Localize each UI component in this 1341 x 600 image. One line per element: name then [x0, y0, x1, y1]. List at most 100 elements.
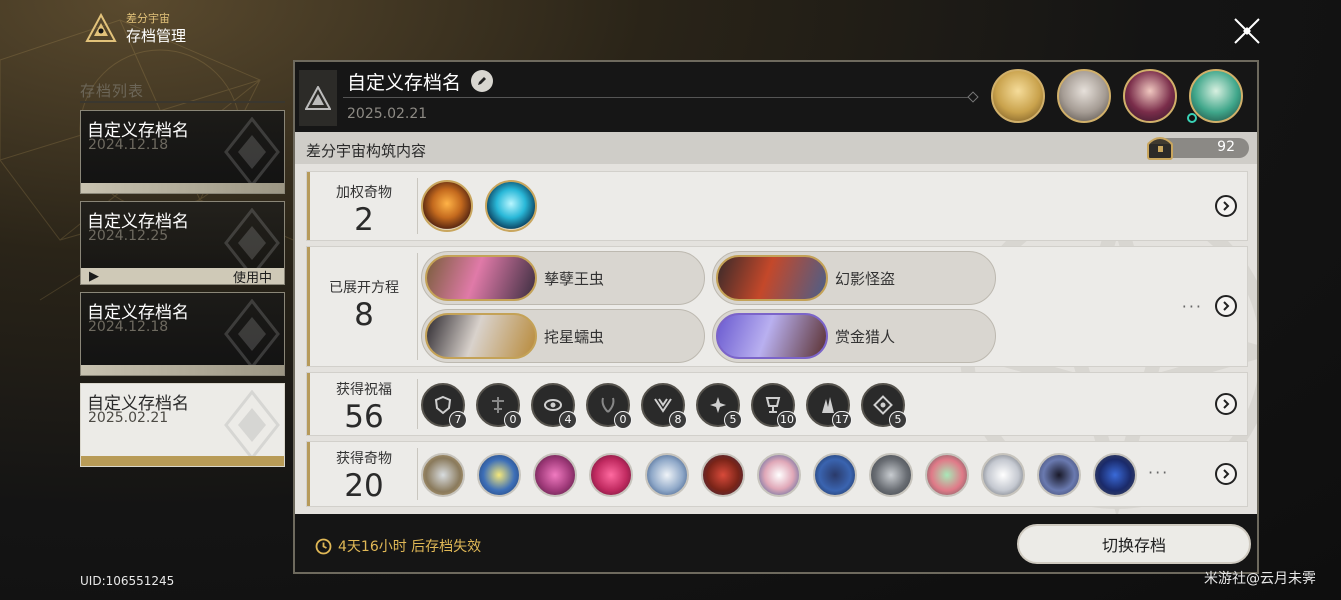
more-indicator: ··· [1181, 297, 1203, 316]
character-avatar[interactable] [1057, 69, 1111, 123]
expiry-text: 4天16小时 后存档失效 [338, 539, 482, 555]
curio-item-icon[interactable] [701, 453, 745, 497]
save-detail-panel: 自定义存档名 2025.02.21 差分宇宙构筑内容 92 加权奇物 2 已展开… [293, 60, 1259, 574]
character-avatar[interactable] [991, 69, 1045, 123]
content-header: 差分宇宙构筑内容 92 [295, 132, 1257, 164]
blessing-path-icon[interactable]: 0 [586, 383, 632, 429]
pencil-icon [478, 77, 486, 85]
in-use-bar: ▶ 使用中 [81, 268, 284, 285]
blessing-count: 5 [724, 411, 742, 429]
blessing-path-icon[interactable]: 7 [421, 383, 467, 429]
curios-detail-button[interactable] [1215, 463, 1237, 485]
equation-card[interactable]: 挓星蠕虫 [421, 309, 705, 363]
blessing-count: 0 [504, 411, 522, 429]
curio-item-icon[interactable] [757, 453, 801, 497]
count-value: 92 [1217, 139, 1235, 155]
play-icon: ▶ [89, 268, 99, 284]
equation-name: 赏金猎人 [835, 328, 896, 346]
save-title: 自定义存档名 [347, 72, 462, 94]
blessing-path-icon[interactable]: 10 [751, 383, 797, 429]
divider [417, 379, 418, 429]
curio-item-icon[interactable] [981, 453, 1025, 497]
blessing-count: 5 [889, 411, 907, 429]
save-card[interactable]: 自定义存档名 2024.12.18 [80, 110, 285, 194]
curio-item-icon[interactable] [813, 453, 857, 497]
blessing-path-icon[interactable]: 5 [861, 383, 907, 429]
app-subtitle: 差分宇宙 [126, 12, 170, 25]
curio-item-icon[interactable] [1093, 453, 1137, 497]
app-header: 差分宇宙 存档管理 [84, 12, 186, 46]
build-content: 差分宇宙构筑内容 92 加权奇物 2 已展开方程 8 孳孽王虫 幻影怪盗 挓星蠕… [295, 132, 1257, 514]
weighted-curios-detail-button[interactable] [1215, 195, 1237, 217]
curio-item-icon[interactable] [589, 453, 633, 497]
save-date: 2024.12.25 [88, 228, 169, 244]
row-label: 已展开方程 8 [310, 247, 418, 333]
row-title: 加权奇物 [336, 185, 392, 201]
equation-name: 挓星蠕虫 [544, 328, 605, 346]
equation-art [716, 313, 828, 359]
curio-item-icon[interactable] [925, 453, 969, 497]
blessing-count: 4 [559, 411, 577, 429]
character-avatar[interactable] [1123, 69, 1177, 123]
blessing-count: 10 [777, 411, 797, 429]
blessings-row: 获得祝福 56 7 0 4 0 8 5 10 17 5 [306, 372, 1248, 436]
equation-art [425, 255, 537, 301]
row-count: 8 [354, 297, 374, 333]
row-count: 2 [354, 202, 374, 238]
equation-art [716, 255, 828, 301]
curio-item-icon[interactable] [421, 453, 465, 497]
header-logo [299, 70, 337, 126]
curio-icon[interactable] [485, 180, 537, 232]
blessing-path-icon[interactable]: 8 [641, 383, 687, 429]
edit-name-button[interactable] [471, 70, 493, 92]
row-count: 20 [344, 468, 384, 504]
save-card-selected[interactable]: 自定义存档名 2025.02.21 [80, 383, 285, 467]
destruction-icon [710, 397, 726, 413]
save-card[interactable]: 自定义存档名 2024.12.18 [80, 292, 285, 376]
equation-card[interactable]: 孳孽王虫 [421, 251, 705, 305]
hunt-icon [654, 398, 672, 413]
save-date: 2025.02.21 [347, 106, 428, 122]
weighted-curios-row: 加权奇物 2 [306, 171, 1248, 241]
blessings-detail-button[interactable] [1215, 393, 1237, 415]
curio-item-icon[interactable] [645, 453, 689, 497]
equation-card[interactable]: 赏金猎人 [712, 309, 996, 363]
blessing-path-icon[interactable]: 4 [531, 383, 577, 429]
curio-item-icon[interactable] [477, 453, 521, 497]
row-title: 获得奇物 [336, 451, 392, 467]
save-date: 2024.12.18 [88, 319, 169, 335]
equations-detail-button[interactable] [1215, 295, 1237, 317]
switch-save-button[interactable]: 切换存档 [1017, 524, 1251, 564]
close-icon[interactable] [1230, 14, 1264, 48]
app-title: 存档管理 [126, 27, 187, 45]
blessing-count: 8 [669, 411, 687, 429]
chevron-right-icon [1223, 301, 1230, 311]
content-title: 差分宇宙构筑内容 [306, 142, 427, 160]
watermark: 米游社@云月未霁 [1204, 571, 1316, 587]
abundance-icon [601, 397, 615, 413]
row-label: 获得奇物 20 [310, 442, 418, 504]
count-badge: 92 [1147, 137, 1249, 160]
treasure-chest-icon [1147, 137, 1173, 160]
in-use-label: 使用中 [232, 270, 272, 285]
detail-footer: 4天16小时 后存档失效 切换存档 [295, 514, 1257, 572]
curio-item-icon[interactable] [1037, 453, 1081, 497]
curios-row: 获得奇物 20 ··· [306, 441, 1248, 507]
curio-item-icon[interactable] [533, 453, 577, 497]
save-date: 2024.12.18 [88, 137, 169, 153]
equation-card[interactable]: 幻影怪盗 [712, 251, 996, 305]
save-date: 2025.02.21 [88, 410, 169, 426]
blessing-path-icon[interactable]: 17 [806, 383, 852, 429]
blessing-count: 17 [832, 411, 852, 429]
divider [417, 178, 418, 234]
chevron-right-icon [1223, 201, 1230, 211]
equations-row: 已展开方程 8 孳孽王虫 幻影怪盗 挓星蠕虫 赏金猎人 ··· [306, 246, 1248, 367]
save-card-in-use[interactable]: 自定义存档名 2024.12.25 ▶ 使用中 [80, 201, 285, 285]
curio-icon[interactable] [421, 180, 473, 232]
emblem-icon [224, 299, 280, 369]
character-avatar[interactable] [1187, 69, 1243, 123]
curio-item-icon[interactable] [869, 453, 913, 497]
blessing-path-icon[interactable]: 5 [696, 383, 742, 429]
blessing-path-icon[interactable]: 0 [476, 383, 522, 429]
clock-icon [315, 538, 332, 554]
